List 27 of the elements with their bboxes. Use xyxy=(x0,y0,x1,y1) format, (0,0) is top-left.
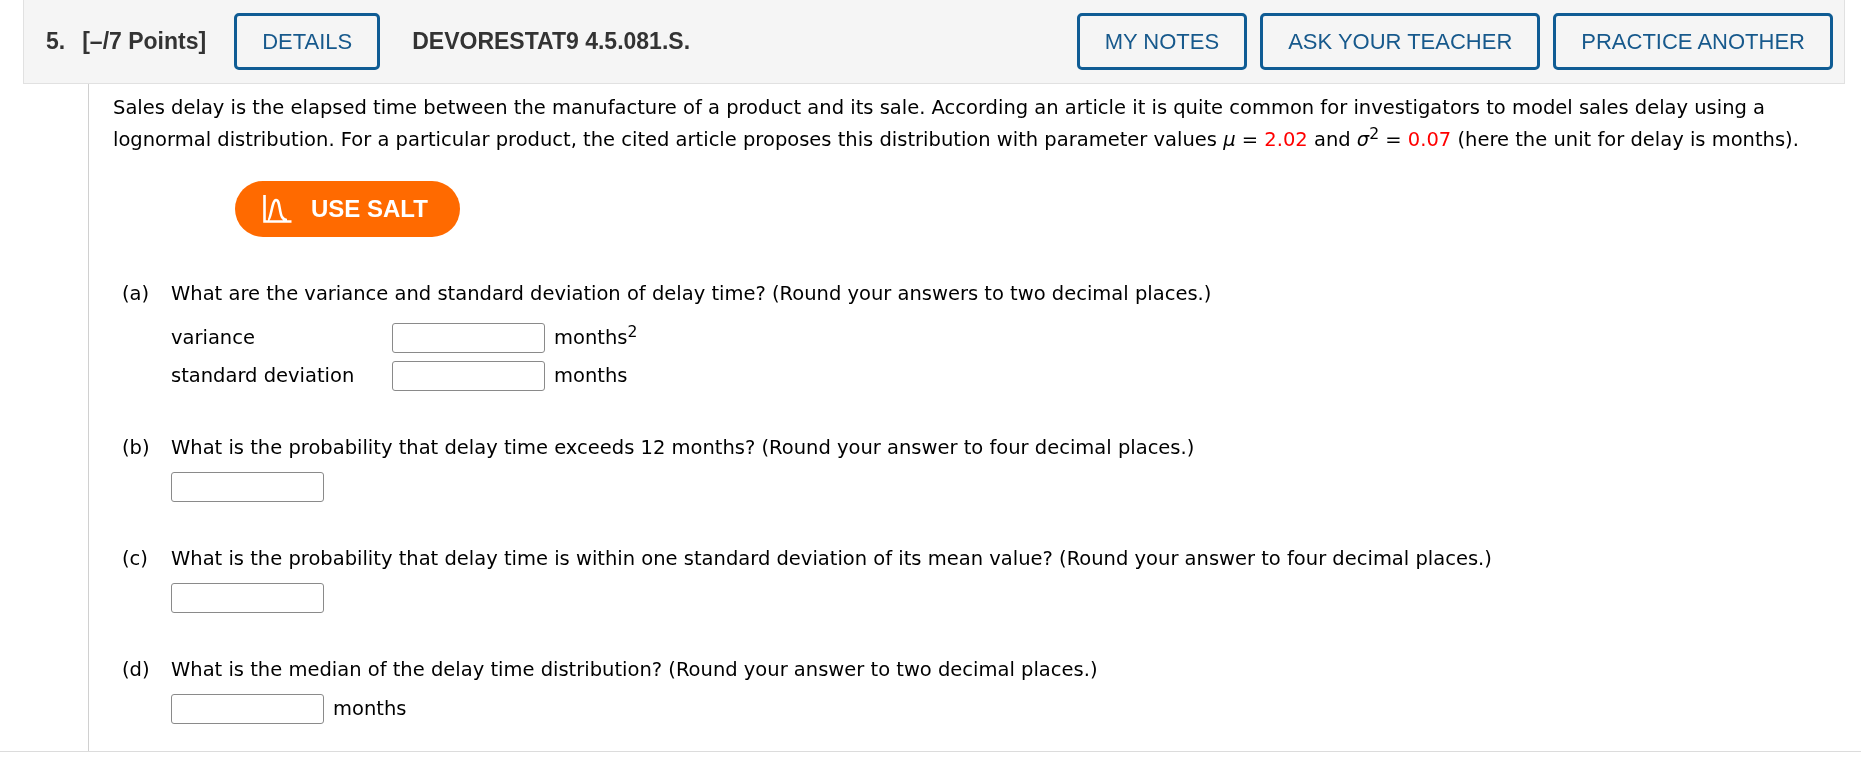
distribution-curve-icon xyxy=(263,195,293,223)
answer-field[interactable] xyxy=(171,694,324,724)
practice-another-button[interactable]: PRACTICE ANOTHER xyxy=(1553,13,1833,70)
part-label: (a) xyxy=(122,281,151,307)
unit-label: months xyxy=(554,363,629,389)
question-text: What is the probability that delay time is within one standard deviation of its mean value? (Round your answer to four decimal places.) xyxy=(171,546,1492,572)
part-label: (d) xyxy=(122,657,151,683)
question-text: What are the variance and standard deviation of delay time? (Round your answers to two decimal places.) xyxy=(171,281,1212,307)
answer-field[interactable] xyxy=(392,361,545,391)
unit-label: months$^{2}$ xyxy=(554,323,638,351)
question-text: What is the median of the delay time distribution? (Round your answer to two decimal places.) xyxy=(171,657,1098,683)
answer-field[interactable] xyxy=(171,583,324,613)
ask-teacher-button[interactable]: ASK YOUR TEACHER xyxy=(1260,13,1541,70)
question-number: 5. xyxy=(46,28,66,55)
answer-field[interactable] xyxy=(392,323,545,353)
part-label: (c) xyxy=(122,546,149,572)
problem-text: Sales delay is the elapsed time between the manufacture of a product and its sale. According an article it is quite common for investigators to model sales delay using a lognormal distribution. For a particular product, the cited article proposes this distribution with parameter values μ = 2.02 and σ$^{2}$ = 0.07 (here the unit for delay is months). xyxy=(113,95,1800,153)
answer-label: variance xyxy=(171,325,255,351)
points-label: [–/7 Points] xyxy=(82,28,207,55)
answer-field[interactable] xyxy=(171,472,324,502)
problem-id: DEVORESTAT9 4.5.081.S. xyxy=(412,28,691,55)
answer-label: standard deviation xyxy=(171,363,355,389)
part-label: (b) xyxy=(122,435,151,461)
details-button[interactable]: DETAILS xyxy=(234,13,381,70)
unit-label: months xyxy=(333,696,407,722)
question-text: What is the probability that delay time exceeds 12 months? (Round your answer to four decimal places.) xyxy=(171,435,1195,461)
my-notes-button[interactable]: MY NOTES xyxy=(1076,13,1248,70)
